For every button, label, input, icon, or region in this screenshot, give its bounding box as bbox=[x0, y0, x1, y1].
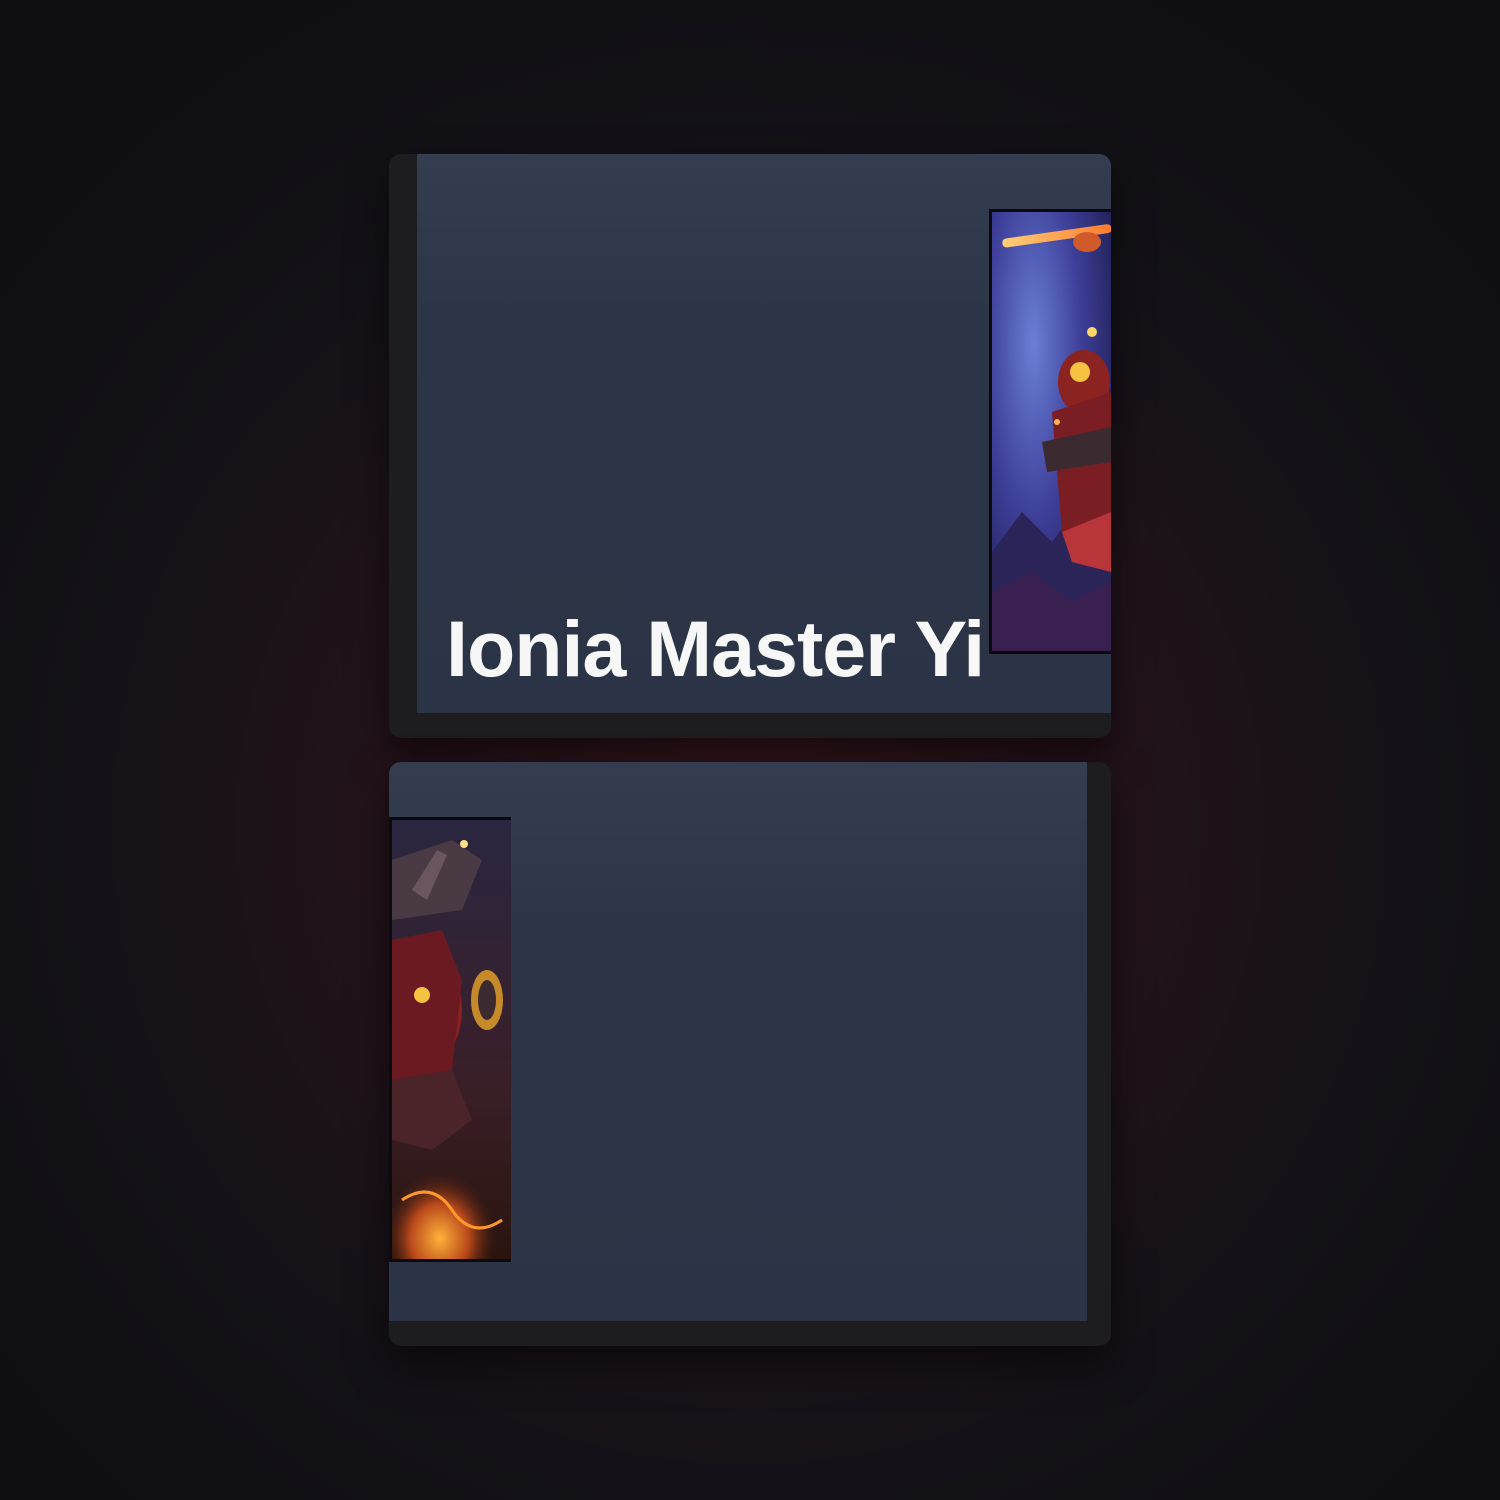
champion-title: Ionia Master Yi bbox=[446, 604, 985, 693]
splash-art-bottom-image bbox=[392, 820, 511, 1259]
splash-art-top-slice bbox=[989, 209, 1111, 654]
card-tile-bottom[interactable] bbox=[389, 762, 1111, 1346]
card-tile-top[interactable]: Ionia Master Yi bbox=[389, 154, 1111, 738]
splash-art-bottom-slice bbox=[389, 817, 511, 1262]
splash-art-top-image bbox=[992, 212, 1111, 651]
